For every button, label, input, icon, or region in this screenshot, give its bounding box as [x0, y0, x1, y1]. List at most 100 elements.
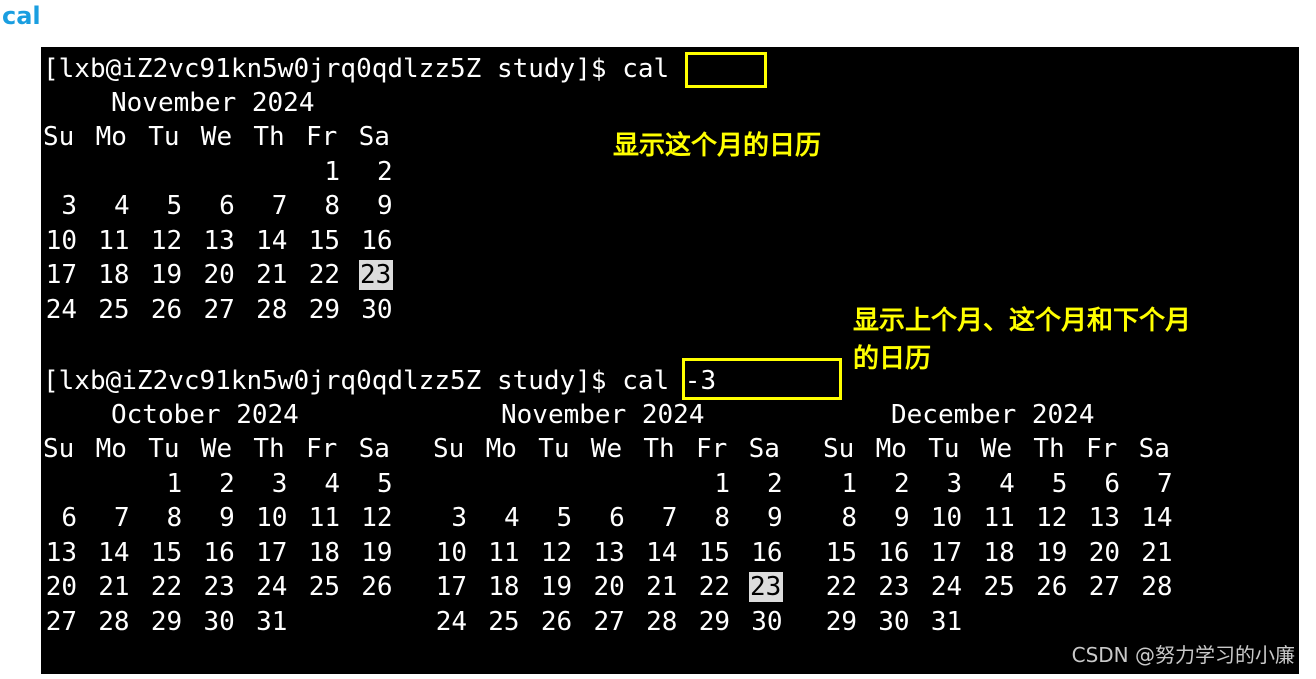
calendar-day: 4: [999, 468, 1015, 499]
annotation-current-month: 显示这个月的日历: [613, 131, 822, 161]
calendar-day: 10: [45, 225, 77, 256]
calendar-day: 2: [766, 468, 783, 499]
weekday-header: Mo: [485, 434, 517, 464]
calendar-day: 21: [1141, 537, 1173, 568]
calendar-day: 3: [61, 191, 77, 221]
calendar-day: 6: [61, 503, 77, 533]
month-title-current: November 2024: [111, 88, 315, 118]
calendar-day: 17: [930, 537, 963, 568]
calendar-day: 10: [435, 537, 467, 568]
calendar-day: 5: [1051, 468, 1068, 499]
watermark: CSDN @努力学习的小廉: [1071, 643, 1295, 667]
weekday-header: Fr: [306, 122, 338, 152]
calendar-day: 18: [98, 260, 130, 290]
calendar-day: 13: [1088, 503, 1120, 533]
calendar-day: 18: [308, 537, 340, 568]
calendar-day: 6: [609, 503, 625, 533]
calendar-day: 5: [166, 191, 183, 221]
weekday-header: Su: [433, 434, 465, 464]
weekday-header: Mo: [95, 122, 127, 152]
weekday-header: Fr: [696, 434, 728, 464]
calendar-day: 31: [930, 606, 963, 637]
calendar-day: 24: [930, 572, 963, 602]
calendar-day: 19: [1036, 537, 1068, 568]
calendar-day: 12: [150, 225, 183, 256]
calendar-day: 3: [271, 468, 288, 499]
calendar-day: 19: [150, 260, 183, 290]
month-title-next: December 2024: [891, 400, 1095, 430]
calendar-day: 3: [946, 468, 963, 499]
calendar-day: 14: [256, 225, 288, 256]
calendar-day: 14: [98, 537, 130, 568]
calendar-day: 15: [825, 537, 857, 568]
calendar-day: 29: [308, 294, 340, 325]
calendar-day: 8: [841, 503, 857, 533]
weekday-header: Mo: [875, 434, 907, 464]
weekday-header: Su: [823, 434, 855, 464]
calendar-day: 17: [256, 537, 288, 568]
weekday-header: Fr: [1086, 434, 1118, 464]
prompt-text: [lxb@iZ2vc91kn5w0jrq0qdlzz5Z study]$: [43, 366, 623, 396]
calendar-day: 27: [1088, 572, 1120, 602]
calendar-day: 9: [766, 503, 783, 533]
calendar-day: 13: [203, 225, 235, 256]
calendar-day: 26: [150, 294, 183, 325]
calendar-day: 11: [488, 537, 520, 568]
calendar-day-today: 23: [748, 572, 783, 602]
calendar-day: 15: [150, 537, 183, 568]
calendar-day: 1: [166, 468, 183, 499]
weekday-header: Su: [43, 122, 75, 152]
calendar-day: 1: [841, 468, 857, 499]
calendar-day: 4: [324, 468, 340, 499]
calendar-day: 25: [983, 572, 1015, 602]
weekday-header: We: [980, 434, 1013, 464]
calendar-day: 28: [1141, 572, 1173, 602]
page-heading: cal: [2, 2, 41, 30]
calendar-day: 20: [45, 572, 77, 602]
weekday-header: Sa: [358, 122, 390, 152]
weekday-header: Sa: [748, 434, 780, 464]
weekday-header: Tu: [148, 122, 180, 152]
annotation-three-months-line1: 显示上个月、这个月和下个月: [853, 306, 1192, 336]
calendar-day: 25: [488, 606, 520, 637]
weekday-header: Th: [643, 434, 675, 464]
calendar-day: 11: [983, 503, 1015, 533]
calendar-day: 7: [661, 503, 678, 533]
month-title-prev: October 2024: [111, 400, 299, 430]
calendar-day: 22: [308, 260, 340, 290]
calendar-day: 16: [878, 537, 910, 568]
calendar-day: 9: [376, 191, 393, 221]
calendar-day: 12: [361, 503, 393, 533]
calendar-day: 22: [150, 572, 183, 602]
terminal-window[interactable]: [lxb@iZ2vc91kn5w0jrq0qdlzz5Z study]$ cal…: [41, 47, 1299, 674]
calendar-day: 8: [166, 503, 183, 533]
calendar-day: 28: [256, 294, 288, 325]
calendar-day: 29: [150, 606, 183, 637]
calendar-day: 19: [540, 572, 573, 602]
weekday-header: Sa: [358, 434, 390, 464]
calendar-day: 22: [825, 572, 857, 602]
calendar-day: 24: [256, 572, 288, 602]
calendar-day: 17: [45, 260, 77, 290]
calendar-day: 26: [1036, 572, 1068, 602]
weekday-header: Th: [253, 434, 285, 464]
calendar-day: 13: [593, 537, 625, 568]
prompt-text: [lxb@iZ2vc91kn5w0jrq0qdlzz5Z study]$: [43, 54, 623, 84]
calendar-day: 2: [893, 468, 910, 499]
calendar-day: 25: [308, 572, 340, 602]
calendar-day: 5: [376, 468, 393, 499]
weekday-header: Mo: [95, 434, 127, 464]
calendar-day: 19: [361, 537, 393, 568]
calendar-day: 7: [271, 191, 288, 221]
weekday-header: Tu: [928, 434, 960, 464]
calendar-day: 2: [219, 468, 235, 499]
calendar-day: 7: [113, 503, 130, 533]
calendar-day: 23: [878, 572, 910, 602]
calendar-day: 21: [98, 572, 130, 602]
calendar-day: 31: [256, 606, 288, 637]
calendar-day: 5: [556, 503, 573, 533]
weekday-header: Sa: [1138, 434, 1170, 464]
calendar-day: 30: [361, 294, 393, 325]
calendar-day: 14: [1141, 503, 1173, 533]
calendar-day: 4: [503, 503, 520, 533]
